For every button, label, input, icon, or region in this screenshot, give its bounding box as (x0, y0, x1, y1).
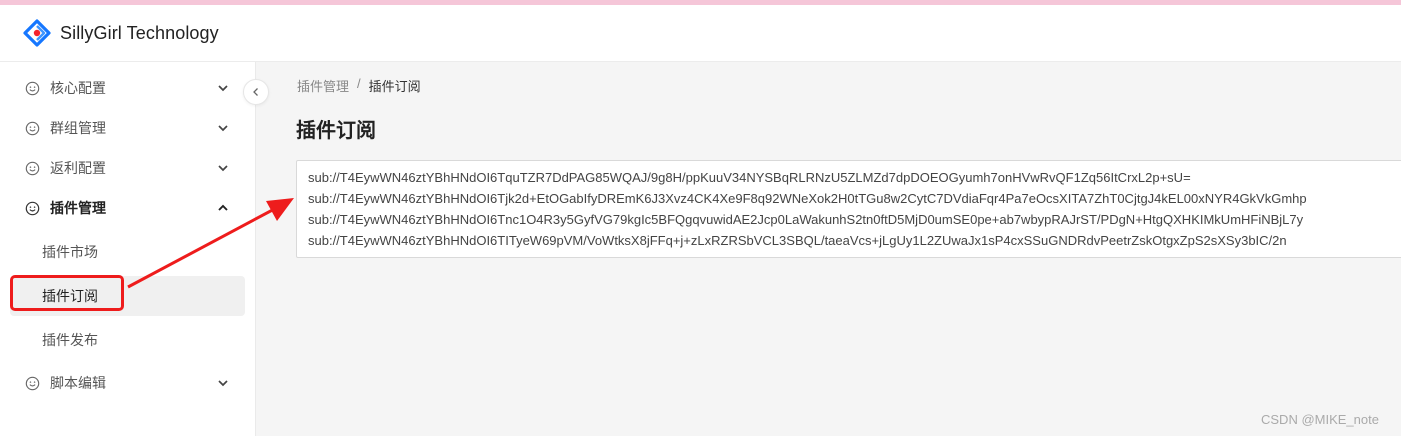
sidebar-item-plugin-publish[interactable]: 插件发布 (0, 320, 256, 360)
sidebar-menu-label: 返利配置 (50, 160, 106, 176)
breadcrumb: 插件管理 / 插件订阅 (297, 76, 421, 95)
sidebar-item-plugin-subscribe[interactable]: 插件订阅 (10, 276, 245, 316)
watermark-text: CSDN @MIKE_note (1261, 412, 1379, 427)
smile-icon (25, 81, 40, 96)
sidebar-menu-label: 群组管理 (50, 120, 106, 136)
sidebar-menu-label: 插件管理 (50, 200, 106, 216)
breadcrumb-parent[interactable]: 插件管理 (297, 76, 349, 95)
chevron-down-icon (216, 121, 230, 135)
chevron-left-icon (253, 88, 258, 96)
sidebar-item-plugin-market[interactable]: 插件市场 (0, 232, 256, 272)
sidebar-menu-plugin-manage[interactable]: 插件管理 (0, 188, 256, 228)
subscription-line: sub://T4EywWN46ztYBhHNdOI6TquTZR7DdPAG85… (308, 170, 1191, 185)
subscription-line: sub://T4EywWN46ztYBhHNdOI6TITyeW69pVM/Vo… (308, 233, 1287, 248)
sidebar-menu-label: 核心配置 (50, 80, 106, 96)
page-title: 插件订阅 (296, 120, 376, 142)
app-header: SillyGirl Technology (0, 5, 1401, 62)
sidebar-menu-group-manage[interactable]: 群组管理 (0, 108, 256, 148)
sidebar-item-label: 插件发布 (42, 332, 98, 348)
subscription-line: sub://T4EywWN46ztYBhHNdOI6Tjk2d+EtOGabIf… (308, 191, 1307, 206)
sidebar-item-label: 插件订阅 (42, 288, 98, 304)
subscription-line: sub://T4EywWN46ztYBhHNdOI6Tnc1O4R3y5GyfV… (308, 212, 1304, 227)
chevron-down-icon (216, 161, 230, 175)
sidebar-menu-script-edit[interactable]: 脚本编辑 (0, 363, 256, 403)
sidebar-menu-label: 脚本编辑 (50, 375, 106, 391)
sidebar-item-label: 插件市场 (42, 244, 98, 260)
sidebar-collapse-button[interactable] (243, 79, 269, 105)
app-title[interactable]: SillyGirl Technology (60, 23, 219, 44)
smile-icon (25, 121, 40, 136)
smile-icon (25, 161, 40, 176)
breadcrumb-separator: / (357, 76, 361, 91)
subscription-textarea[interactable]: sub://T4EywWN46ztYBhHNdOI6TquTZR7DdPAG85… (296, 160, 1401, 258)
chevron-down-icon (216, 376, 230, 390)
sidebar-menu-core-config[interactable]: 核心配置 (0, 68, 256, 108)
smile-icon (25, 376, 40, 391)
chevron-up-icon (216, 201, 230, 215)
sidebar-menu-rebate-config[interactable]: 返利配置 (0, 148, 256, 188)
app-logo-icon[interactable] (23, 19, 51, 47)
breadcrumb-current: 插件订阅 (368, 79, 421, 94)
smile-icon (25, 201, 40, 216)
chevron-down-icon (216, 81, 230, 95)
